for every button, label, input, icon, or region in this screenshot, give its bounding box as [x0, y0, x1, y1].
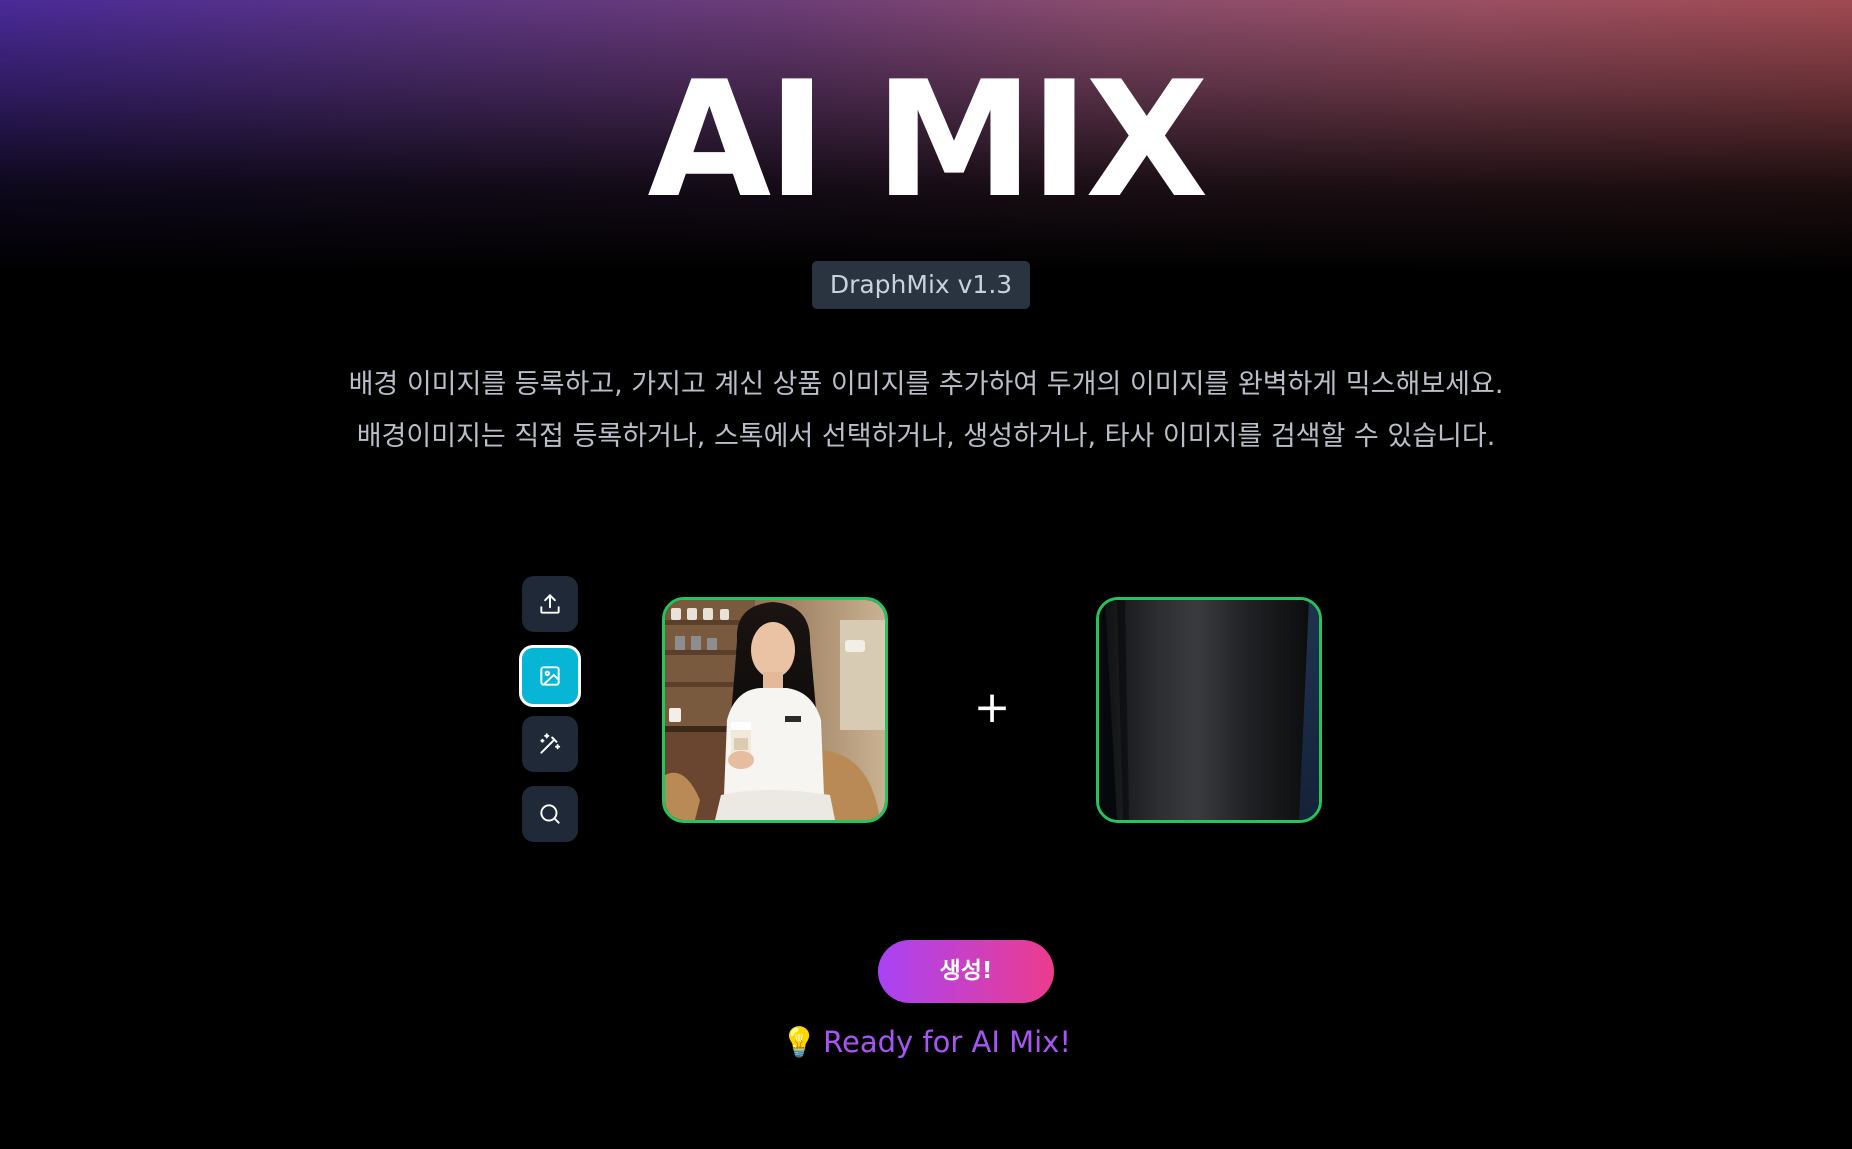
- search-icon: [540, 804, 560, 824]
- upload-icon: [540, 594, 560, 614]
- version-badge: DraphMix v1.3: [812, 261, 1030, 309]
- search-image-button[interactable]: [522, 786, 578, 842]
- plus-sign: +: [973, 682, 1011, 733]
- magic-wand-icon: [540, 733, 561, 754]
- image-icon: [540, 666, 560, 686]
- generate-image-button[interactable]: [522, 716, 578, 772]
- page-title: AI MIX: [647, 46, 1208, 233]
- upload-button[interactable]: [522, 576, 578, 632]
- lightbulb-icon: 💡: [781, 1025, 818, 1059]
- status-message: 💡 Ready for AI Mix!: [0, 1022, 1852, 1062]
- background-photo: [665, 600, 885, 820]
- product-image-slot[interactable]: [1096, 597, 1322, 823]
- background-image-slot[interactable]: [662, 597, 888, 823]
- description-line-2: 배경이미지는 직접 등록하거나, 스톡에서 선택하거나, 생성하거나, 타사 이…: [356, 421, 1496, 452]
- stock-image-button[interactable]: [519, 645, 581, 707]
- product-photo: [1099, 600, 1319, 820]
- description-line-1: 배경 이미지를 등록하고, 가지고 계신 상품 이미지를 추가하여 두개의 이미…: [348, 369, 1504, 400]
- status-text: Ready for AI Mix!: [823, 1025, 1071, 1059]
- app-root: AI MIX DraphMix v1.3 배경 이미지를 등록하고, 가지고 계…: [0, 0, 1852, 1149]
- generate-button[interactable]: 생성!: [878, 940, 1054, 1003]
